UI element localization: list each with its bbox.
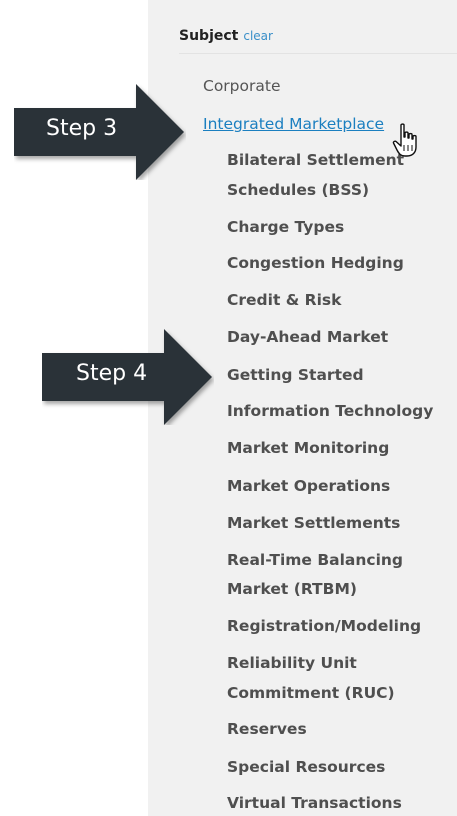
subject-item-credit-risk[interactable]: Credit & Risk xyxy=(227,288,341,312)
subject-item-rtbm-line2[interactable]: Market (RTBM) xyxy=(227,577,357,601)
subject-item-rtbm-line1[interactable]: Real-Time Balancing xyxy=(227,548,403,572)
clear-link[interactable]: clear xyxy=(243,29,273,43)
subject-filter-header: Subject clear xyxy=(179,28,273,44)
subject-item-market-monitoring[interactable]: Market Monitoring xyxy=(227,436,389,460)
subject-item-charge-types[interactable]: Charge Types xyxy=(227,215,344,239)
subject-item-ruc-line2[interactable]: Commitment (RUC) xyxy=(227,681,395,705)
subject-item-virtual-transactions[interactable]: Virtual Transactions xyxy=(227,791,402,815)
header-divider xyxy=(179,53,457,54)
subject-item-corporate[interactable]: Corporate xyxy=(203,74,281,98)
subject-item-integrated-marketplace[interactable]: Integrated Marketplace xyxy=(203,112,384,136)
step-3-callout: Step 3 xyxy=(14,84,186,180)
subject-item-day-ahead-market[interactable]: Day-Ahead Market xyxy=(227,325,388,349)
subject-item-ruc-line1[interactable]: Reliability Unit xyxy=(227,651,357,675)
subject-item-congestion-hedging[interactable]: Congestion Hedging xyxy=(227,251,404,275)
subject-item-bss-line2[interactable]: Schedules (BSS) xyxy=(227,178,369,202)
step-4-callout: Step 4 xyxy=(42,329,214,425)
subject-item-getting-started[interactable]: Getting Started xyxy=(227,363,364,387)
subject-item-bss-line1[interactable]: Bilateral Settlement xyxy=(227,148,404,172)
subject-item-market-settlements[interactable]: Market Settlements xyxy=(227,511,400,535)
subject-item-registration-modeling[interactable]: Registration/Modeling xyxy=(227,614,421,638)
subject-item-special-resources[interactable]: Special Resources xyxy=(227,755,385,779)
subject-title: Subject xyxy=(179,28,239,44)
subject-item-reserves[interactable]: Reserves xyxy=(227,717,307,741)
step-4-label: Step 4 xyxy=(76,361,148,386)
subject-item-market-operations[interactable]: Market Operations xyxy=(227,474,390,498)
hand-pointer-cursor-icon xyxy=(391,123,421,163)
step-3-label: Step 3 xyxy=(46,116,118,141)
subject-item-information-technology[interactable]: Information Technology xyxy=(227,399,433,423)
